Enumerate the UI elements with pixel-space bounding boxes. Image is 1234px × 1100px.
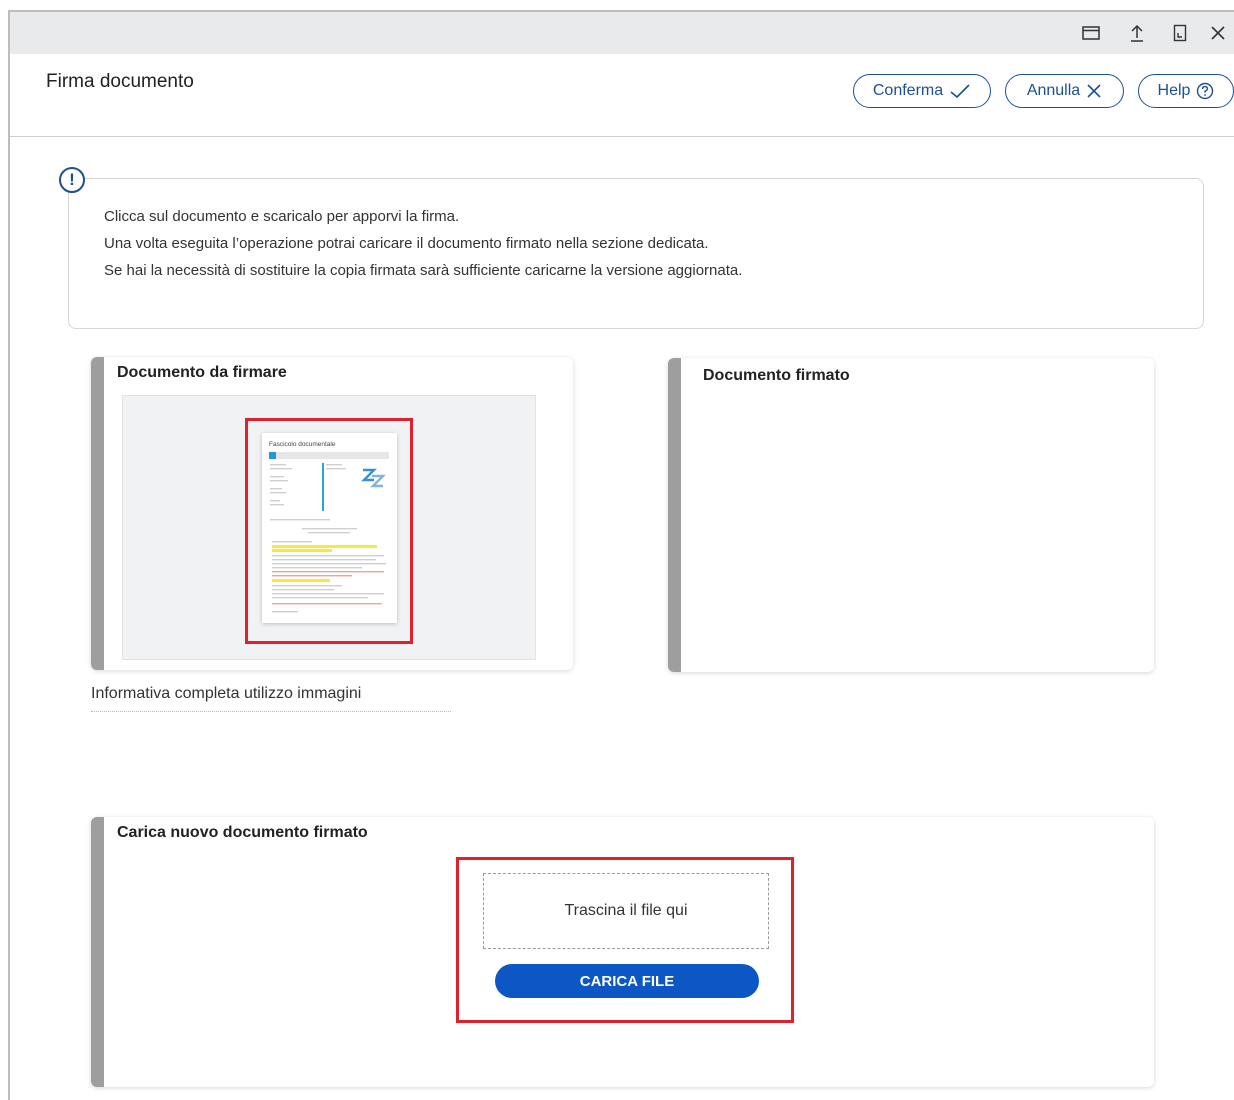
card-accent-bar (91, 357, 104, 670)
card-accent-bar (668, 358, 681, 672)
info-line-1: Clicca sul documento e scaricalo per app… (104, 208, 460, 225)
cancel-label: Annulla (1026, 82, 1081, 99)
bookmark-icon[interactable] (1169, 22, 1191, 44)
exclamation-circle-icon: ! (59, 167, 85, 193)
upload-title: Carica nuovo documento firmato (117, 824, 368, 841)
checkmark-icon (949, 83, 971, 99)
info-line-3: Se hai la necessità di sostituire la cop… (104, 262, 743, 279)
info-line-2: Una volta eseguita l’operazione potrai c… (104, 235, 709, 252)
upload-card: Carica nuovo documento firmato Trascina … (91, 817, 1154, 1087)
info-box: Clicca sul documento e scaricalo per app… (68, 178, 1204, 329)
close-x-icon (1086, 83, 1102, 99)
doc-signed-title: Documento firmato (703, 367, 850, 384)
window-icon[interactable] (1080, 22, 1102, 44)
page-title: Firma documento (46, 71, 194, 92)
confirm-button[interactable]: Conferma (853, 74, 991, 108)
close-icon[interactable] (1207, 22, 1229, 44)
doc-to-sign-card: Documento da firmare Fascicolo documenta… (91, 357, 573, 670)
doc-to-sign-title: Documento da firmare (117, 364, 287, 381)
document-thumbnail[interactable]: Fascicolo documentale (122, 395, 536, 660)
help-button[interactable]: Help (1138, 74, 1234, 108)
card-accent-bar (91, 817, 104, 1087)
help-label: Help (1157, 82, 1191, 99)
confirm-label: Conferma (872, 82, 944, 99)
question-circle-icon (1196, 82, 1214, 100)
doc-signed-card: Documento firmato (668, 358, 1154, 672)
image-usage-info-link[interactable]: Informativa completa utilizzo immagini (91, 685, 451, 712)
window-titlebar (10, 12, 1234, 54)
cancel-button[interactable]: Annulla (1005, 74, 1124, 108)
upload-highlight-frame (456, 857, 794, 1023)
document-highlight-frame (245, 418, 413, 644)
dialog-header: Firma documento Conferma Annulla Help (10, 54, 1234, 137)
upload-arrow-icon[interactable] (1126, 22, 1148, 44)
window-frame-left (8, 12, 10, 1100)
